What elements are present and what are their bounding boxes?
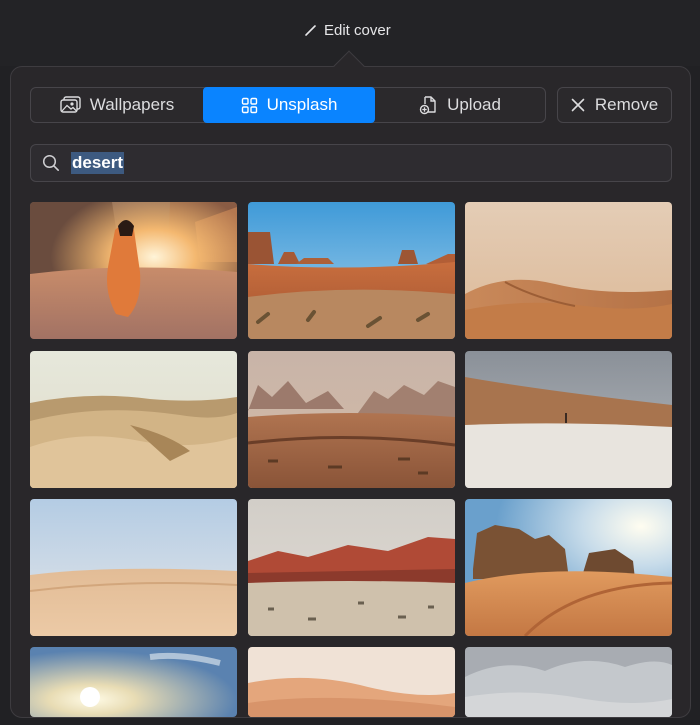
result-thumbnail[interactable] bbox=[248, 202, 455, 339]
peach-dune-image bbox=[248, 647, 455, 717]
grid-icon bbox=[241, 97, 257, 113]
remove-button[interactable]: Remove bbox=[557, 87, 672, 123]
result-thumbnail[interactable] bbox=[30, 647, 237, 717]
tab-upload[interactable]: Upload bbox=[375, 88, 545, 122]
smooth-dunes-image bbox=[30, 499, 237, 636]
tab-wallpapers-label: Wallpapers bbox=[89, 95, 175, 114]
result-thumbnail[interactable] bbox=[465, 202, 672, 339]
result-thumbnail[interactable] bbox=[248, 647, 455, 717]
tab-wallpapers[interactable]: Wallpapers bbox=[31, 88, 203, 122]
search-field[interactable]: desert bbox=[30, 144, 672, 182]
white-flat-ridge-image bbox=[465, 351, 672, 488]
sun-sky-image bbox=[30, 647, 237, 717]
edit-cover-text: Edit cover bbox=[324, 21, 391, 39]
upload-file-icon bbox=[419, 96, 436, 115]
edit-cover-label[interactable]: Edit cover bbox=[304, 20, 391, 40]
remove-button-label: Remove bbox=[594, 95, 659, 114]
result-thumbnail[interactable] bbox=[248, 351, 455, 488]
red-rocks-image bbox=[248, 499, 455, 636]
source-tabs: Wallpapers Unsplash Upload bbox=[30, 87, 546, 123]
result-thumbnail[interactable] bbox=[248, 499, 455, 636]
rock-formation-sunset-image bbox=[465, 499, 672, 636]
result-thumbnail[interactable] bbox=[465, 647, 672, 717]
result-thumbnail[interactable] bbox=[465, 351, 672, 488]
search-icon bbox=[42, 154, 59, 171]
close-icon bbox=[571, 98, 585, 112]
tab-unsplash[interactable]: Unsplash bbox=[203, 87, 375, 123]
orange-dunes-image bbox=[465, 202, 672, 339]
search-input[interactable]: desert bbox=[71, 152, 125, 174]
tab-upload-label: Upload bbox=[447, 95, 501, 114]
result-thumbnail[interactable] bbox=[30, 202, 237, 339]
photo-icon bbox=[60, 96, 81, 113]
pale-dunes-image bbox=[30, 351, 237, 488]
hazy-mountains-image bbox=[248, 351, 455, 488]
pencil-icon bbox=[305, 24, 316, 36]
tab-unsplash-label: Unsplash bbox=[266, 95, 338, 114]
grey-clouds-image bbox=[465, 647, 672, 717]
result-thumbnail[interactable] bbox=[30, 351, 237, 488]
woman-canyon-image bbox=[30, 202, 237, 339]
result-thumbnail[interactable] bbox=[465, 499, 672, 636]
result-thumbnail[interactable] bbox=[30, 499, 237, 636]
monument-valley-image bbox=[248, 202, 455, 339]
